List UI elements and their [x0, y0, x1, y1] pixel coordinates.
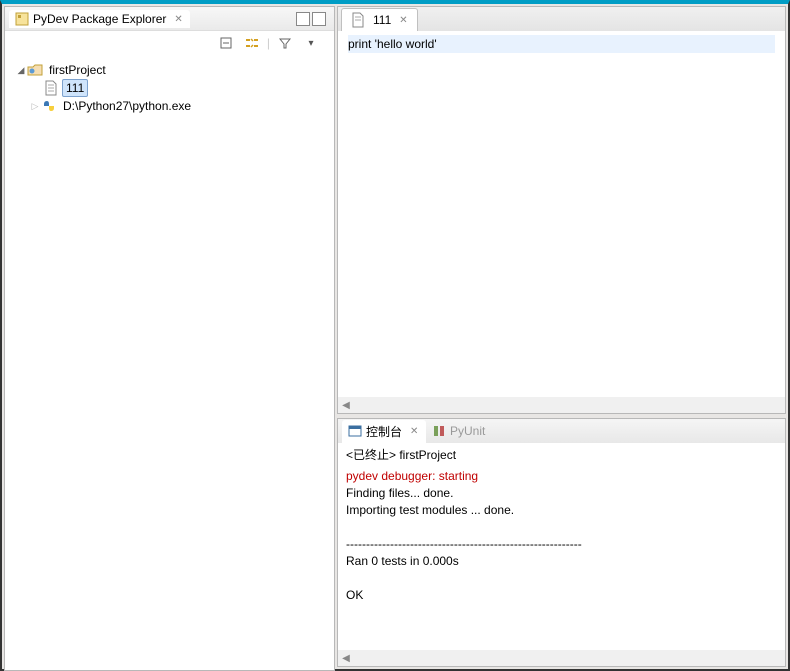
- explorer-toolbar: | ▾: [5, 31, 334, 55]
- file-label: 111: [62, 79, 88, 97]
- collapse-all-icon[interactable]: [217, 34, 235, 52]
- package-explorer-panel: PyDev Package Explorer ✕ | ▾: [4, 6, 335, 671]
- console-header: <已终止> firstProject: [338, 443, 785, 466]
- code-line: print 'hello world': [348, 35, 775, 53]
- editor-content[interactable]: print 'hello world': [338, 31, 785, 397]
- right-panel: 111 ✕ print 'hello world' ◀ 控制台 ✕: [337, 6, 786, 667]
- expand-toggle-icon[interactable]: ▷: [29, 101, 41, 112]
- pydev-icon: [15, 12, 29, 26]
- python-path-label: D:\Python27\python.exe: [60, 98, 194, 114]
- console-line: Ran 0 tests in 0.000s: [346, 554, 459, 568]
- tree-project-row[interactable]: ◢ firstProject: [13, 61, 334, 79]
- console-line: Finding files... done.: [346, 486, 453, 500]
- project-icon: [27, 62, 43, 78]
- link-editor-icon[interactable]: [243, 34, 261, 52]
- console-icon: [348, 424, 362, 438]
- console-panel: 控制台 ✕ PyUnit <已终止> firstProject pydev de…: [337, 418, 786, 667]
- console-tabs: 控制台 ✕ PyUnit: [338, 419, 785, 443]
- view-menu-icon[interactable]: ▾: [302, 34, 320, 52]
- editor-tab[interactable]: 111 ✕: [341, 8, 418, 31]
- scroll-left-icon[interactable]: ◀: [338, 400, 354, 411]
- console-tab[interactable]: 控制台 ✕: [342, 420, 426, 443]
- tree-file-row[interactable]: 111: [13, 79, 334, 97]
- python-icon: [41, 98, 57, 114]
- horizontal-scrollbar[interactable]: ◀: [338, 650, 785, 666]
- console-line: Importing test modules ... done.: [346, 503, 514, 517]
- explorer-tab[interactable]: PyDev Package Explorer ✕: [9, 10, 190, 28]
- file-icon: [350, 12, 366, 28]
- close-icon[interactable]: ✕: [410, 426, 420, 436]
- console-separator: ----------------------------------------…: [346, 537, 582, 551]
- explorer-title: PyDev Package Explorer: [33, 12, 166, 26]
- console-debug-line: pydev debugger: starting: [346, 469, 478, 483]
- explorer-header: PyDev Package Explorer ✕: [5, 7, 334, 31]
- editor-tabs: 111 ✕: [338, 7, 785, 31]
- project-tree: ◢ firstProject 111 ▷ D:\Python27\py: [5, 55, 334, 670]
- console-line: OK: [346, 588, 363, 602]
- file-icon: [43, 80, 59, 96]
- pyunit-tab[interactable]: PyUnit: [426, 421, 491, 441]
- editor-tab-label: 111: [373, 13, 391, 27]
- pyunit-tab-label: PyUnit: [450, 424, 485, 438]
- project-label: firstProject: [46, 62, 109, 78]
- tree-python-row[interactable]: ▷ D:\Python27\python.exe: [13, 97, 334, 115]
- close-icon[interactable]: ✕: [174, 14, 184, 24]
- console-output[interactable]: pydev debugger: starting Finding files..…: [338, 466, 785, 650]
- minimize-icon[interactable]: [296, 12, 310, 26]
- filter-icon[interactable]: [276, 34, 294, 52]
- close-icon[interactable]: ✕: [399, 15, 409, 25]
- pyunit-icon: [432, 424, 446, 438]
- expand-toggle-icon[interactable]: ◢: [15, 65, 27, 76]
- editor-panel: 111 ✕ print 'hello world' ◀: [337, 6, 786, 414]
- panel-controls: [296, 12, 326, 26]
- console-tab-label: 控制台: [366, 423, 402, 440]
- scroll-left-icon[interactable]: ◀: [338, 653, 354, 664]
- horizontal-scrollbar[interactable]: ◀: [338, 397, 785, 413]
- maximize-icon[interactable]: [312, 12, 326, 26]
